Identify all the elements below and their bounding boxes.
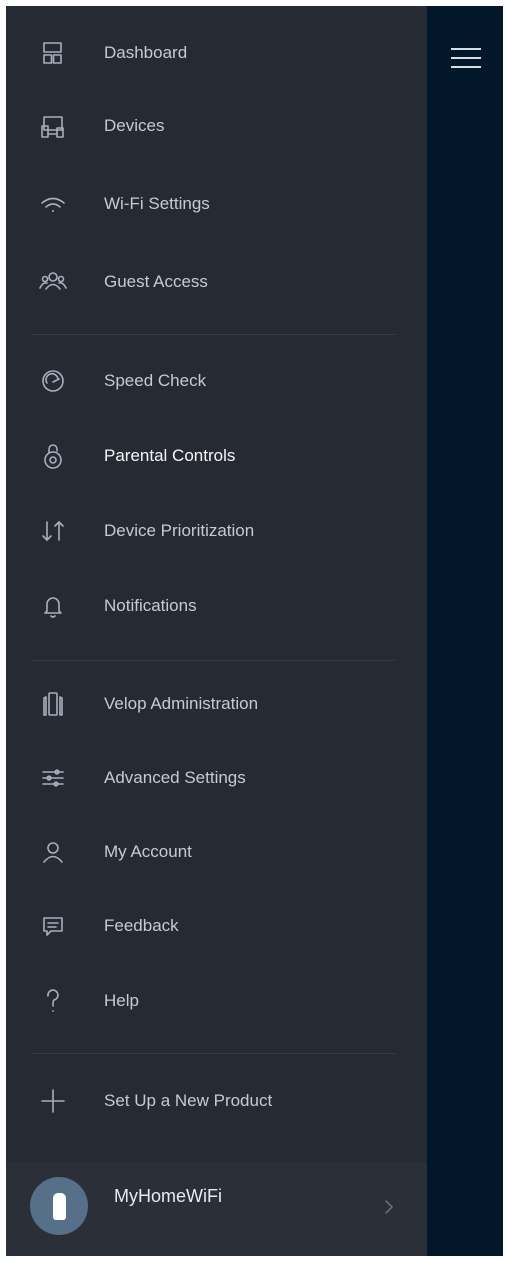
- menu-item-devices[interactable]: Devices: [6, 96, 427, 156]
- menu-item-label: Device Prioritization: [104, 521, 255, 540]
- menu-item-label: Advanced Settings: [104, 768, 246, 787]
- menu-item-label: Velop Administration: [104, 694, 259, 713]
- user-icon: [38, 837, 68, 867]
- menu-item-label: Speed Check: [104, 371, 207, 390]
- menu-item-my-account[interactable]: My Account: [6, 822, 427, 882]
- menu-item-label: Parental Controls: [104, 446, 236, 465]
- bell-icon: [38, 591, 68, 621]
- menu-item-advanced-settings[interactable]: Advanced Settings: [6, 748, 427, 808]
- menu-item-guest-access[interactable]: Guest Access: [6, 252, 427, 312]
- menu-item-label: Feedback: [104, 916, 179, 935]
- menu-item-setup-new-product[interactable]: Set Up a New Product: [6, 1071, 427, 1131]
- velop-node-icon: [38, 689, 68, 719]
- velop-node-icon: [53, 1193, 66, 1220]
- dashboard-icon: [38, 38, 68, 68]
- menu-item-velop-administration[interactable]: Velop Administration: [6, 674, 427, 734]
- section-divider: [31, 660, 396, 661]
- network-selector[interactable]: MyHomeWiFi: [6, 1162, 427, 1256]
- menu-item-dashboard[interactable]: Dashboard: [6, 23, 427, 83]
- up-down-arrows-icon: [38, 516, 68, 546]
- menu-item-label: Guest Access: [104, 272, 208, 291]
- main-content-panel: [427, 6, 503, 1256]
- hamburger-menu-icon[interactable]: [451, 48, 481, 70]
- menu-item-feedback[interactable]: Feedback: [6, 896, 427, 956]
- section-divider: [31, 1053, 396, 1054]
- network-name: MyHomeWiFi: [114, 1186, 222, 1206]
- menu-item-parental-controls[interactable]: Parental Controls: [6, 426, 427, 486]
- menu-item-label: Wi-Fi Settings: [104, 194, 210, 213]
- padlock-icon: [38, 441, 68, 471]
- navigation-drawer: Dashboard Devices Wi-Fi Settings Guest Acce…: [6, 6, 427, 1256]
- network-avatar: [30, 1177, 88, 1235]
- menu-item-device-prioritization[interactable]: Device Prioritization: [6, 501, 427, 561]
- question-mark-icon: [38, 986, 68, 1016]
- menu-item-label: My Account: [104, 842, 192, 861]
- menu-item-label: Set Up a New Product: [104, 1091, 273, 1110]
- chevron-right-icon: [385, 1200, 394, 1214]
- section-divider: [31, 334, 396, 335]
- devices-icon: [38, 111, 68, 141]
- menu-item-speed-check[interactable]: Speed Check: [6, 351, 427, 411]
- app-frame: Dashboard Devices Wi-Fi Settings Guest Acce…: [6, 6, 503, 1256]
- menu-item-label: Help: [104, 991, 139, 1010]
- menu-item-wifi-settings[interactable]: Wi-Fi Settings: [6, 174, 427, 234]
- menu-item-label: Dashboard: [104, 43, 188, 62]
- speedometer-icon: [38, 366, 68, 396]
- menu-item-label: Devices: [104, 116, 165, 135]
- guest-access-icon: [38, 267, 68, 297]
- menu-item-notifications[interactable]: Notifications: [6, 576, 427, 636]
- menu-item-label: Notifications: [104, 596, 197, 615]
- plus-icon: [38, 1086, 68, 1116]
- wifi-icon: [38, 189, 68, 219]
- menu-item-help[interactable]: Help: [6, 971, 427, 1031]
- chat-bubble-icon: [38, 911, 68, 941]
- sliders-icon: [38, 763, 68, 793]
